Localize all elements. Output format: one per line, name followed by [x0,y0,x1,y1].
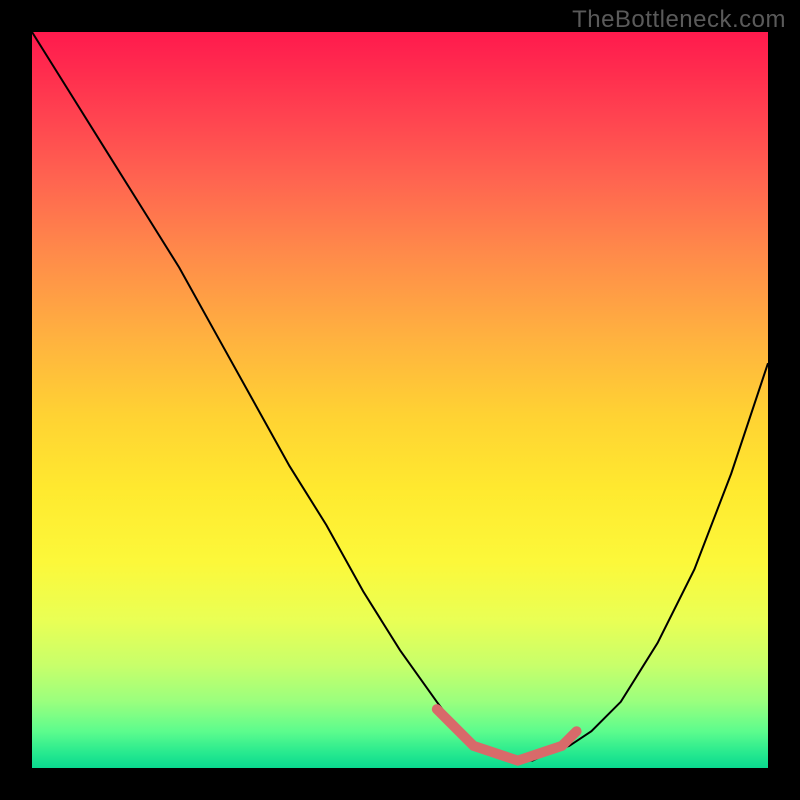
chart-plot-area [32,32,768,768]
bottleneck-curve-path [32,32,768,761]
chart-svg [32,32,768,768]
optimal-range-marker [437,709,577,761]
watermark-text: TheBottleneck.com [572,6,786,34]
